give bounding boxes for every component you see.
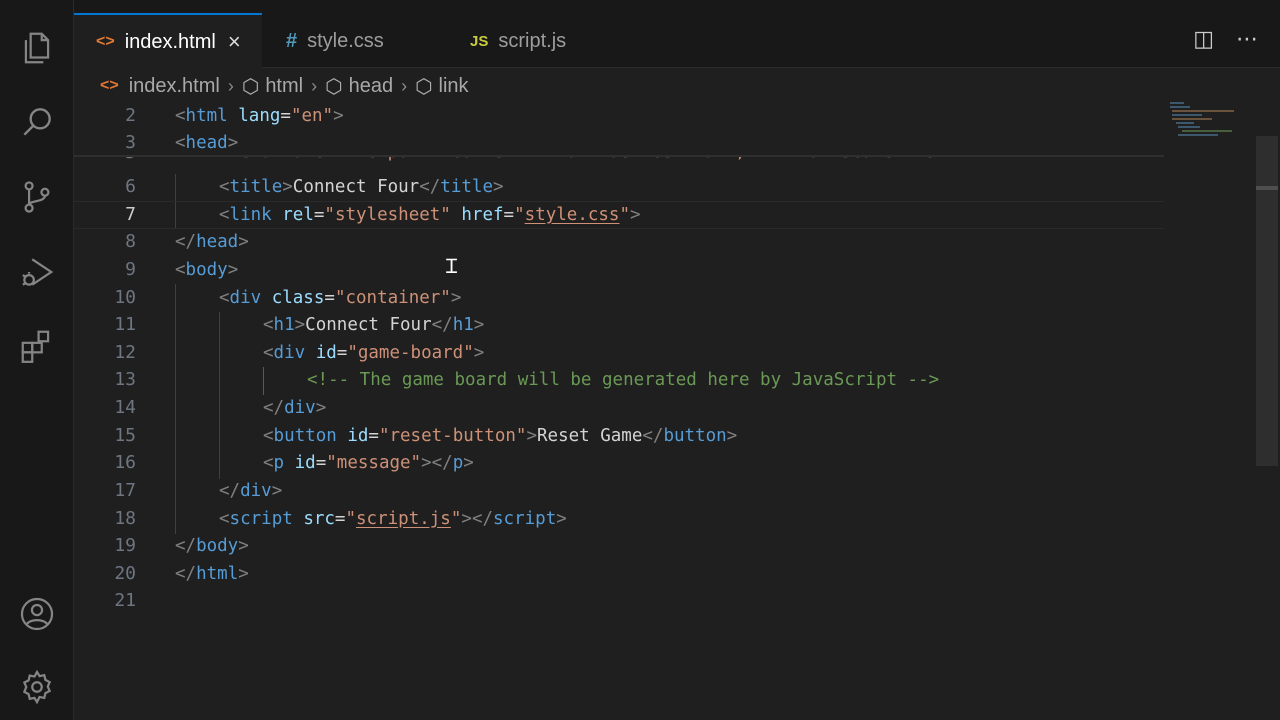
line-number: 2 — [125, 105, 136, 127]
js-file-icon: JS — [470, 32, 489, 50]
code-line: 13 <!-- The game board will be generated… — [114, 369, 940, 391]
activity-bar — [0, 0, 74, 720]
code-line: 14 </div> — [114, 397, 327, 419]
sticky-line-html: 2 <html lang="en"> — [74, 102, 1164, 130]
code-editor[interactable]: 2 <html lang="en"> 3 <head> 5 <meta name… — [74, 100, 1280, 720]
script-src[interactable]: script.js — [356, 509, 451, 529]
breadcrumb-html[interactable]: html — [265, 75, 303, 98]
tab-style-css[interactable]: # style.css — [262, 14, 442, 68]
extensions-icon[interactable] — [17, 326, 57, 366]
tab-index-html[interactable]: <> index.html × — [74, 13, 262, 69]
code-line: 10 <div class="container"> — [114, 287, 462, 309]
close-icon[interactable]: × — [228, 29, 241, 55]
editor-actions: ◫ ⋯ — [1193, 28, 1258, 50]
scrollbar-thumb[interactable] — [1256, 186, 1278, 190]
chevron-right-icon: › — [311, 75, 318, 96]
element-icon: ⬡ — [241, 75, 260, 98]
html-file-icon: <> — [96, 33, 115, 50]
breadcrumb-head[interactable]: head — [349, 75, 394, 98]
code-line: 21 — [114, 590, 136, 612]
chevron-right-icon: › — [401, 75, 408, 96]
code-line: 15 <button id="reset-button">Reset Game<… — [114, 425, 738, 447]
code-line: 8 </head> — [125, 231, 249, 253]
element-icon: ⬡ — [325, 75, 343, 98]
code-line: 18 <script src="script.js"></script> — [114, 508, 567, 530]
code-line: 6 <title>Connect Four</title> — [125, 176, 504, 198]
line-number: 3 — [125, 132, 136, 154]
tab-label: index.html — [124, 30, 216, 53]
account-icon[interactable] — [17, 594, 57, 634]
settings-gear-icon[interactable] — [17, 667, 57, 707]
code-line: 20 </html> — [114, 563, 249, 585]
tab-script-js[interactable]: JS script.js — [442, 14, 632, 68]
run-debug-icon[interactable] — [17, 252, 57, 292]
code-line: 9 <body> — [125, 259, 239, 281]
breadcrumb-file[interactable]: index.html — [129, 75, 220, 98]
element-icon: ⬡ — [415, 75, 433, 98]
chevron-right-icon: › — [227, 75, 234, 96]
more-actions-icon[interactable]: ⋯ — [1236, 28, 1258, 50]
code-line-current: 7 <link rel="stylesheet" href="style.css… — [74, 201, 1164, 229]
code-line: 12 <div id="game-board"> — [114, 342, 485, 364]
text-cursor-icon: Ɪ — [446, 254, 458, 278]
link-href[interactable]: style.css — [525, 205, 620, 225]
code-line: 19 </body> — [114, 535, 249, 557]
tab-bar: <> index.html × # style.css JS script.js… — [74, 0, 1280, 69]
search-icon[interactable] — [17, 102, 57, 142]
source-control-icon[interactable] — [17, 177, 57, 217]
css-file-icon: # — [286, 29, 298, 52]
tab-label: style.css — [307, 29, 384, 52]
tab-label: script.js — [498, 29, 567, 52]
breadcrumb: <> index.html › ⬡ html › ⬡ head › ⬡ link — [100, 72, 469, 100]
code-line: 16 <p id="message"></p> — [114, 452, 474, 474]
sticky-line-head: 3 <head> — [74, 129, 1164, 157]
split-editor-icon[interactable]: ◫ — [1193, 28, 1214, 50]
code-line: 11 <h1>Connect Four</h1> — [114, 314, 485, 336]
sticky-scroll[interactable]: 2 <html lang="en"> 3 <head> — [74, 100, 1164, 157]
html-file-icon: <> — [100, 77, 119, 94]
explorer-icon[interactable] — [17, 28, 57, 68]
breadcrumb-link[interactable]: link — [439, 75, 469, 98]
minimap[interactable] — [1168, 100, 1238, 140]
code-line: 17 </div> — [114, 480, 283, 502]
